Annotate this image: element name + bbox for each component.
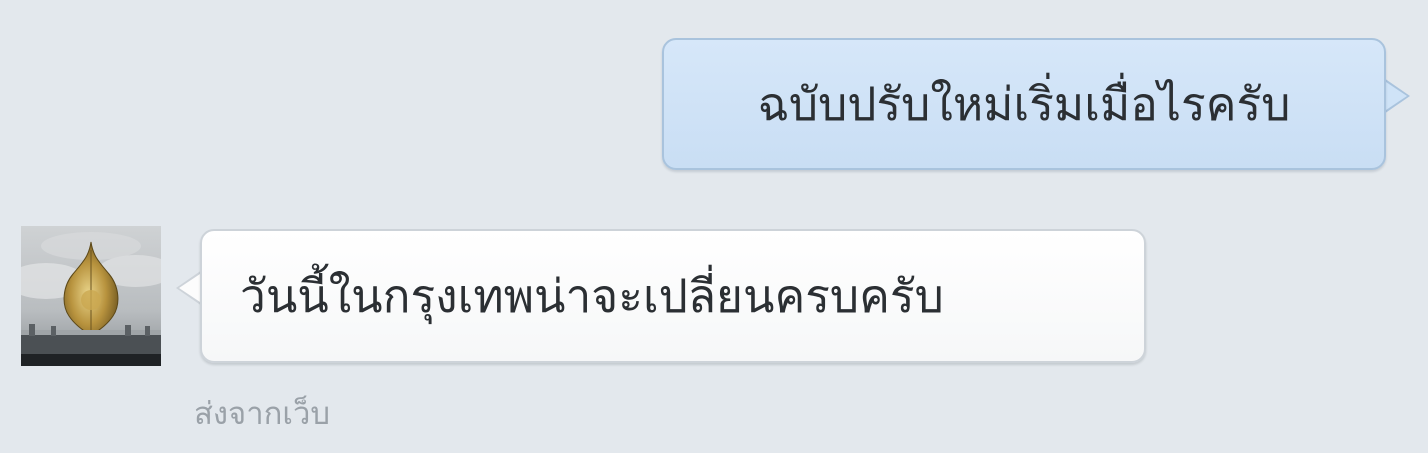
outgoing-message-text: ฉบับปรับใหม่เริ่มเมื่อไรครับ bbox=[757, 77, 1291, 131]
incoming-message-text: วันนี้ในกรุงเทพน่าจะเปลี่ยนครบครับ bbox=[240, 269, 944, 323]
outgoing-message-bubble[interactable]: ฉบับปรับใหม่เริ่มเมื่อไรครับ bbox=[662, 38, 1386, 170]
sent-from-label: ส่งจากเว็บ bbox=[194, 396, 331, 432]
bodhi-leaf-avatar-icon bbox=[21, 226, 161, 366]
outgoing-bubble-tail-fill bbox=[1383, 80, 1407, 112]
incoming-message-bubble[interactable]: วันนี้ในกรุงเทพน่าจะเปลี่ยนครบครับ bbox=[200, 229, 1146, 363]
sender-avatar[interactable] bbox=[21, 226, 161, 366]
